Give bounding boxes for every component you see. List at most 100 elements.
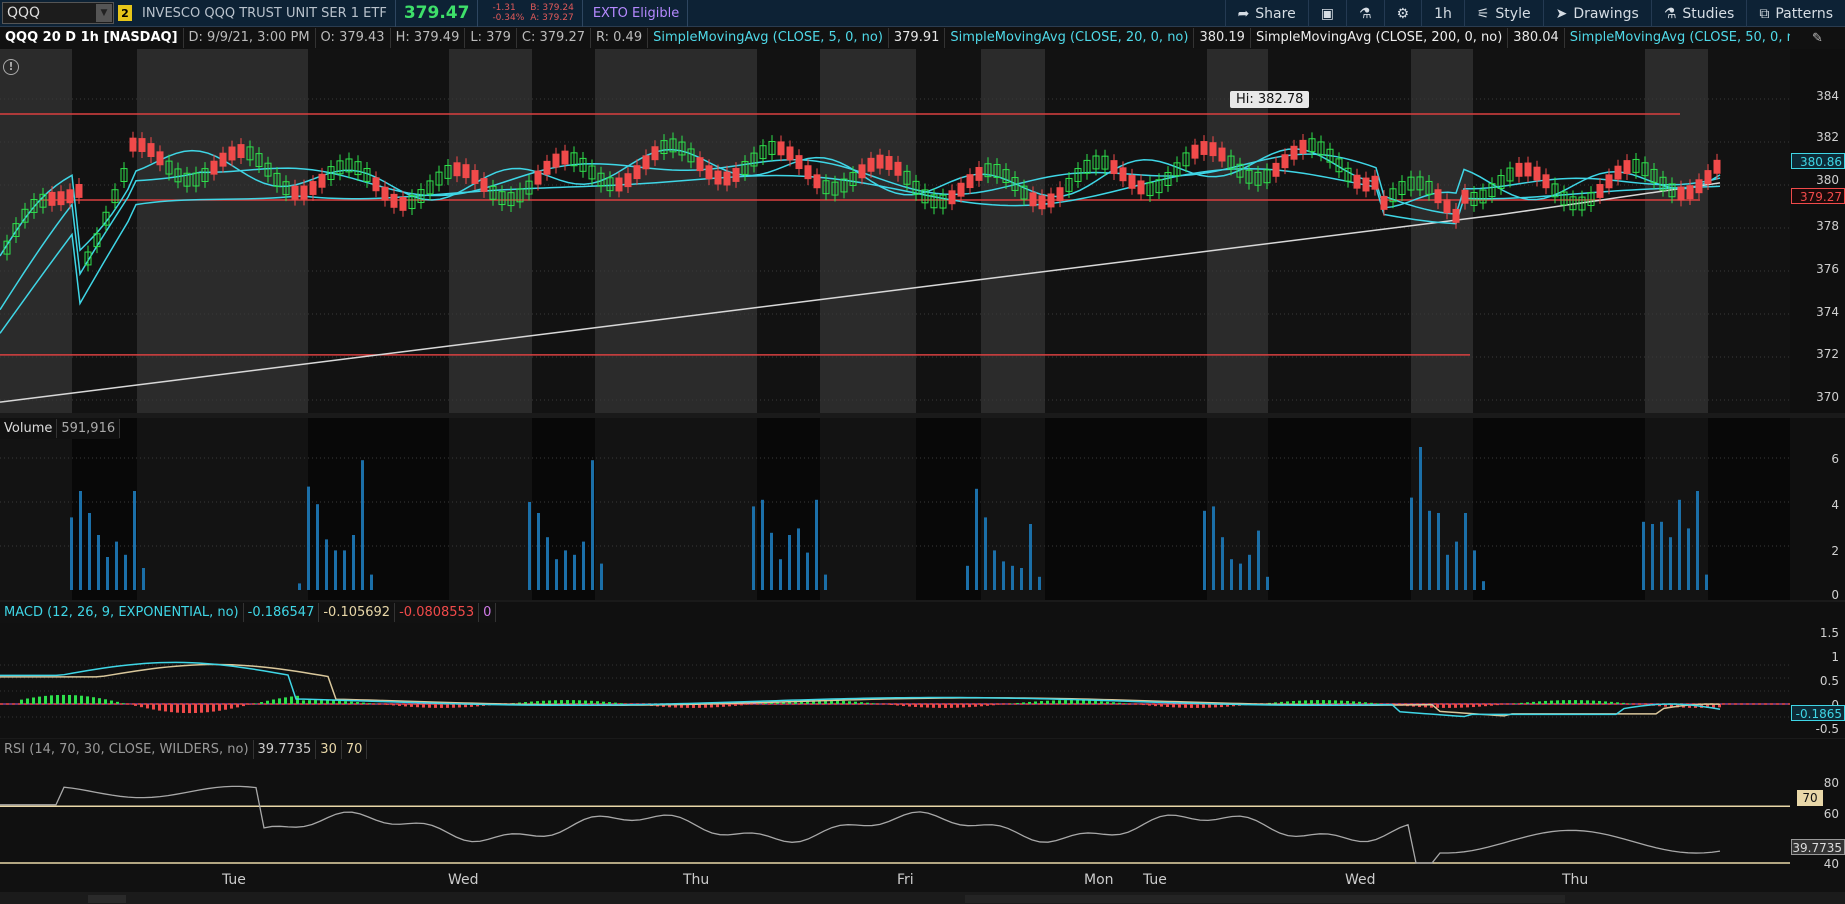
drawing-tool-button[interactable]: ✎ [1790,27,1845,49]
macd-axis[interactable]: 1.5 1 0.5 0 -0.1865 -0.5 [1790,602,1845,738]
macd-histogram-bar [1598,700,1601,704]
macd-histogram-bar [146,704,149,709]
symbol-selector[interactable]: QQQ ▼ [2,2,114,24]
macd-histogram-bar [1172,704,1175,708]
macd-histogram-bar [1532,701,1535,704]
style-button[interactable]: ⚟ Style [1463,0,1543,27]
share-button[interactable]: ➦ Share [1224,0,1308,27]
chart-settings-button[interactable]: ▣ [1307,0,1346,27]
volume-panel[interactable]: Volume 591,916 [0,418,1790,600]
gear-button[interactable]: ⚙ [1383,0,1422,27]
time-label: Thu [683,872,710,888]
flask-button[interactable]: ⚗ [1345,0,1384,27]
flask-icon: ⚗ [1358,5,1372,22]
volume-bar [97,535,100,590]
scroll-thumb[interactable] [965,895,1565,903]
macd-histogram-bar [356,702,359,704]
macd-histogram-bar [620,703,623,704]
candle-body [705,165,713,180]
volume-bar [600,563,603,590]
volume-bar [761,499,764,590]
macd-histogram-bar [1376,703,1379,704]
volume-bar [1669,537,1672,590]
rsi-label[interactable]: RSI (14, 70, 30, CLOSE, WILDERS, no) [0,740,254,759]
macd-histogram-bar [350,701,353,704]
divider [581,0,583,27]
timeframe-label: 1h [1434,5,1452,22]
macd-histogram-bar [206,704,209,713]
chevron-down-icon[interactable]: ▼ [96,4,112,22]
macd-histogram-bar [986,704,989,706]
macd-histogram-bar [1046,700,1049,704]
sma50-label[interactable]: SimpleMovingAvg (CLOSE, 50, 0, no) [1565,28,1814,48]
chart-scrollbar[interactable] [0,892,1845,904]
link-group-badge[interactable]: 2 [118,5,132,21]
macd-histogram-bar [722,704,725,707]
info-icon[interactable]: ! [3,59,19,75]
macd-histogram-bar [908,704,911,707]
candle-body [237,144,245,159]
macd-histogram-bar [74,695,77,704]
sma5-label[interactable]: SimpleMovingAvg (CLOSE, 5, 0, no) [648,28,889,48]
volume-axis[interactable]: 6 4 2 0 [1790,418,1845,602]
candle-body [1218,147,1226,162]
rsi-panel[interactable]: RSI (14, 70, 30, CLOSE, WILDERS, no) 39.… [0,739,1790,870]
macd-histogram-bar [1202,704,1205,708]
exto-eligible-link[interactable]: EXTO Eligible [593,6,679,21]
bar-high: H: 379.49 [391,28,466,48]
macd-histogram-bar [554,700,557,704]
macd-tag: -0.1865 [1791,705,1845,721]
bar-open: O: 379.43 [316,28,391,48]
macd-histogram-bar [1478,704,1481,707]
volume-bar [1239,563,1242,590]
volume-bar [1437,513,1440,590]
rsi-axis[interactable]: 80 70 60 39.7735 40 [1790,739,1845,871]
macd-histogram-bar [1058,700,1061,704]
macd-histogram-bar [50,695,53,704]
sma200-label[interactable]: SimpleMovingAvg (CLOSE, 200, 0, no) [1251,28,1509,48]
sma20-label[interactable]: SimpleMovingAvg (CLOSE, 20, 0, no) [945,28,1195,48]
timeframe-button[interactable]: 1h [1421,0,1464,27]
macd-histogram-bar [1292,700,1295,704]
candle-body [1704,170,1712,185]
macd-histogram-bar [950,704,953,708]
macd-panel[interactable]: MACD (12, 26, 9, EXPONENTIAL, no) -0.186… [0,602,1790,738]
session-band [72,49,137,413]
drawings-label: Drawings [1573,5,1639,22]
price-axis[interactable]: 384 382 380.86 380 379.27 378 376 374 37… [1790,49,1845,413]
candle-body [1695,179,1703,194]
macd-histogram-bar [1304,700,1307,704]
drawings-button[interactable]: ➤ Drawings [1542,0,1651,27]
macd-histogram-bar [944,704,947,708]
volume-tick: 4 [1831,498,1839,512]
macd-histogram-bar [416,704,419,708]
price-chart-panel[interactable]: ! Hi: 382.78 [0,49,1790,413]
time-axis[interactable]: Tue Wed Thu Fri Mon Tue Wed Thu [0,870,1845,892]
macd-histogram-bar [1568,700,1571,704]
macd-label[interactable]: MACD (12, 26, 9, EXPONENTIAL, no) [0,603,244,622]
volume-label[interactable]: Volume [0,419,58,438]
macd-histogram-bar [1088,700,1091,704]
macd-histogram-bar [68,694,71,704]
macd-diff-value: -0.0808553 [395,603,480,622]
gear-icon: ⚙ [1396,5,1410,22]
candle-body [1542,174,1550,189]
candle-body [1713,159,1721,174]
macd-histogram-bar [218,704,221,711]
macd-histogram-bar [248,704,251,705]
studies-button[interactable]: ⚗ Studies [1650,0,1747,27]
rsi-tick: 60 [1823,807,1839,821]
scroll-handle[interactable] [88,895,126,903]
macd-histogram-bar [1064,700,1067,704]
volume-bar [555,559,558,590]
macd-histogram-bar [1538,701,1541,704]
candle-body [1461,189,1469,204]
macd-histogram-bar [1154,704,1157,707]
candle-body [57,191,65,206]
macd-histogram-bar [536,701,539,704]
candle-body [633,165,641,180]
macd-histogram-bar [1328,700,1331,704]
macd-histogram-bar [962,704,965,708]
patterns-button[interactable]: ⧉ Patterns [1746,0,1845,27]
divider [394,0,396,27]
